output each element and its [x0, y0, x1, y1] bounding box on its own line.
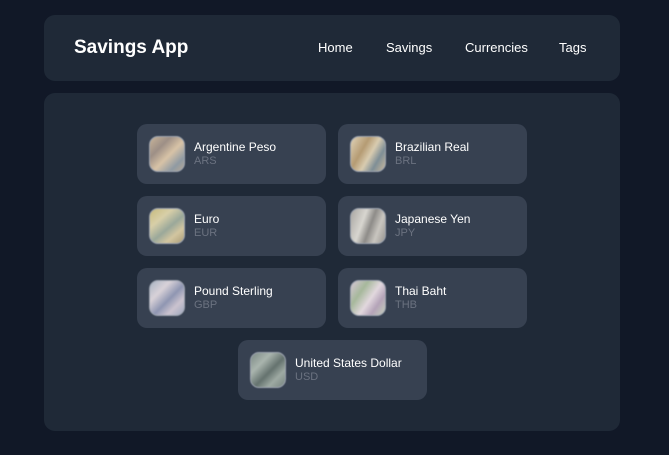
usd-banknote-image	[250, 352, 286, 388]
eur-banknote-image	[149, 208, 185, 244]
currency-name: Pound Sterling	[194, 284, 273, 298]
currency-code: EUR	[194, 227, 218, 239]
thb-banknote-image	[350, 280, 386, 316]
nav-link-tags[interactable]: Tags	[559, 40, 586, 56]
currency-card-ars[interactable]: Argentine Peso ARS	[137, 124, 326, 184]
currency-code: JPY	[395, 227, 416, 239]
currency-name: Japanese Yen	[395, 212, 471, 226]
gbp-banknote-image	[149, 280, 185, 316]
currency-code: GBP	[194, 299, 218, 311]
currency-name: Euro	[194, 212, 220, 226]
currency-name: Argentine Peso	[194, 140, 277, 154]
jpy-banknote-image	[350, 208, 386, 244]
currency-code: THB	[395, 299, 417, 311]
currency-code: USD	[295, 371, 319, 383]
currency-name: United States Dollar	[295, 356, 402, 370]
nav-link-currencies[interactable]: Currencies	[465, 40, 528, 56]
navbar: Savings App Home Savings Currencies Tags	[44, 15, 620, 81]
currency-card-eur[interactable]: Euro EUR	[137, 196, 326, 256]
currency-card-thb[interactable]: Thai Baht THB	[338, 268, 527, 328]
currency-card-gbp[interactable]: Pound Sterling GBP	[137, 268, 326, 328]
currency-code: ARS	[194, 155, 217, 167]
currency-card-brl[interactable]: Brazilian Real BRL	[338, 124, 527, 184]
currency-name: Brazilian Real	[395, 140, 470, 154]
currency-code: BRL	[395, 155, 417, 167]
currency-grid-panel: Argentine Peso ARS Brazilian Real BRL Eu…	[44, 93, 620, 431]
ars-banknote-image	[149, 136, 185, 172]
nav-link-home[interactable]: Home	[318, 40, 353, 56]
app-brand[interactable]: Savings App	[74, 37, 188, 59]
brl-banknote-image	[350, 136, 386, 172]
currency-card-usd[interactable]: United States Dollar USD	[238, 340, 427, 400]
currency-card-jpy[interactable]: Japanese Yen JPY	[338, 196, 527, 256]
currency-name: Thai Baht	[395, 284, 447, 298]
nav-link-savings[interactable]: Savings	[386, 40, 432, 56]
